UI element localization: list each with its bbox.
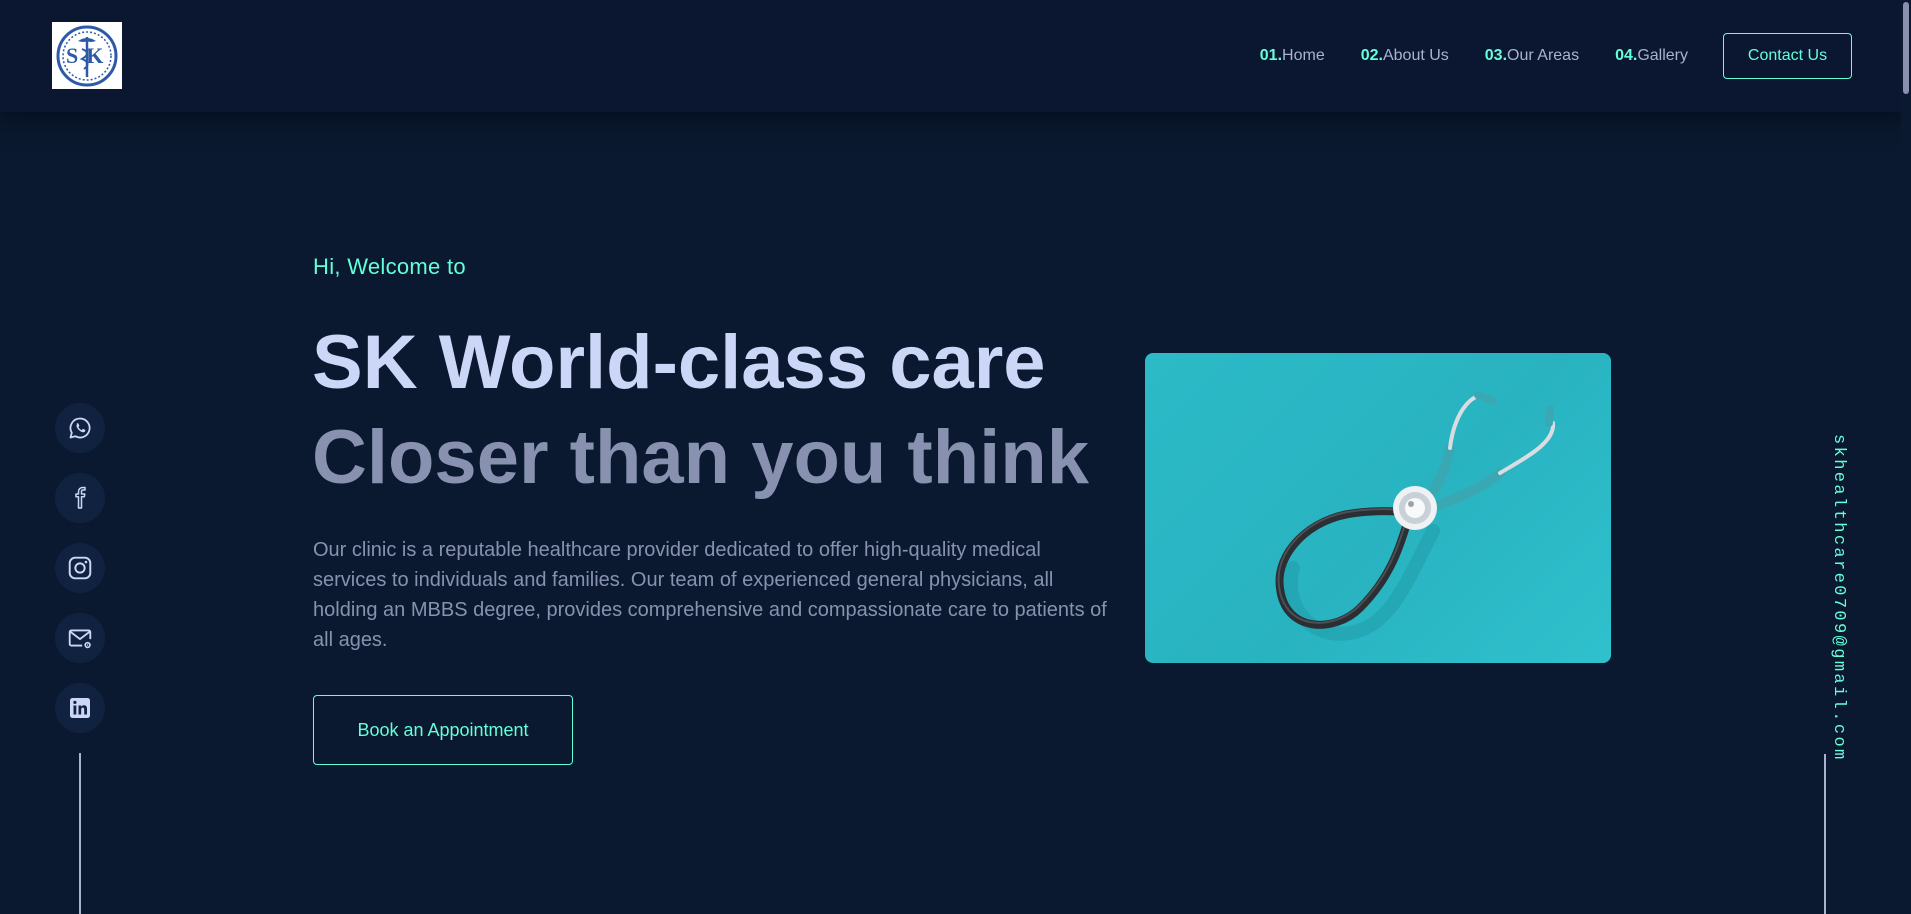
page-scrollbar[interactable]: [1901, 0, 1911, 914]
hero-image: [1145, 353, 1611, 663]
linkedin-icon: [70, 698, 90, 718]
social-divider-line: [79, 753, 81, 914]
nav-item-number: 01.: [1259, 47, 1283, 64]
linkedin-link[interactable]: [55, 683, 105, 733]
nav-item-about-us[interactable]: 02. About Us: [1361, 47, 1449, 65]
nav-item-label: Gallery: [1637, 47, 1688, 64]
nav-item-home[interactable]: 01. Home: [1260, 47, 1325, 65]
logo[interactable]: SK: [52, 22, 122, 89]
nav-item-our-areas[interactable]: 03. Our Areas: [1485, 47, 1579, 65]
book-appointment-button[interactable]: Book an Appointment: [313, 695, 573, 765]
contact-us-button[interactable]: Contact Us: [1723, 33, 1852, 79]
main-nav: 01. Home 02. About Us 03. Our Areas 04. …: [1260, 33, 1911, 79]
nav-item-gallery[interactable]: 04. Gallery: [1615, 47, 1688, 65]
whatsapp-icon: [69, 417, 91, 439]
instagram-link[interactable]: [55, 543, 105, 593]
page: SK 01. Home 02. About Us 03. Our Areas 0…: [0, 0, 1911, 914]
facebook-link[interactable]: [55, 473, 105, 523]
nav-item-label: Home: [1282, 47, 1325, 64]
hero-greeting: Hi, Welcome to: [313, 254, 466, 279]
social-links: [55, 403, 105, 753]
facebook-icon: [75, 486, 86, 509]
email-link[interactable]: skhealthcare0709@gmail.com: [1829, 434, 1848, 762]
nav-item-number: 04.: [1615, 47, 1638, 64]
hero-subtitle: Closer than you think: [312, 415, 1089, 500]
hero-title: SK World-class care: [312, 320, 1046, 405]
stethoscope-icon: [1275, 391, 1556, 641]
header: SK 01. Home 02. About Us 03. Our Areas 0…: [0, 0, 1911, 112]
nav-item-number: 02.: [1360, 47, 1383, 64]
whatsapp-link[interactable]: [55, 403, 105, 453]
mail-link[interactable]: [55, 613, 105, 663]
scrollbar-thumb[interactable]: [1903, 2, 1909, 94]
nav-item-label: About Us: [1382, 47, 1449, 64]
email-divider-line: [1824, 754, 1826, 914]
nav-item-label: Our Areas: [1507, 47, 1580, 64]
hero-description: Our clinic is a reputable healthcare pro…: [313, 539, 1107, 651]
nav-item-number: 03.: [1484, 47, 1508, 64]
logo-text: SK: [66, 43, 112, 68]
instagram-icon: [68, 556, 92, 580]
mail-icon: [68, 629, 92, 649]
